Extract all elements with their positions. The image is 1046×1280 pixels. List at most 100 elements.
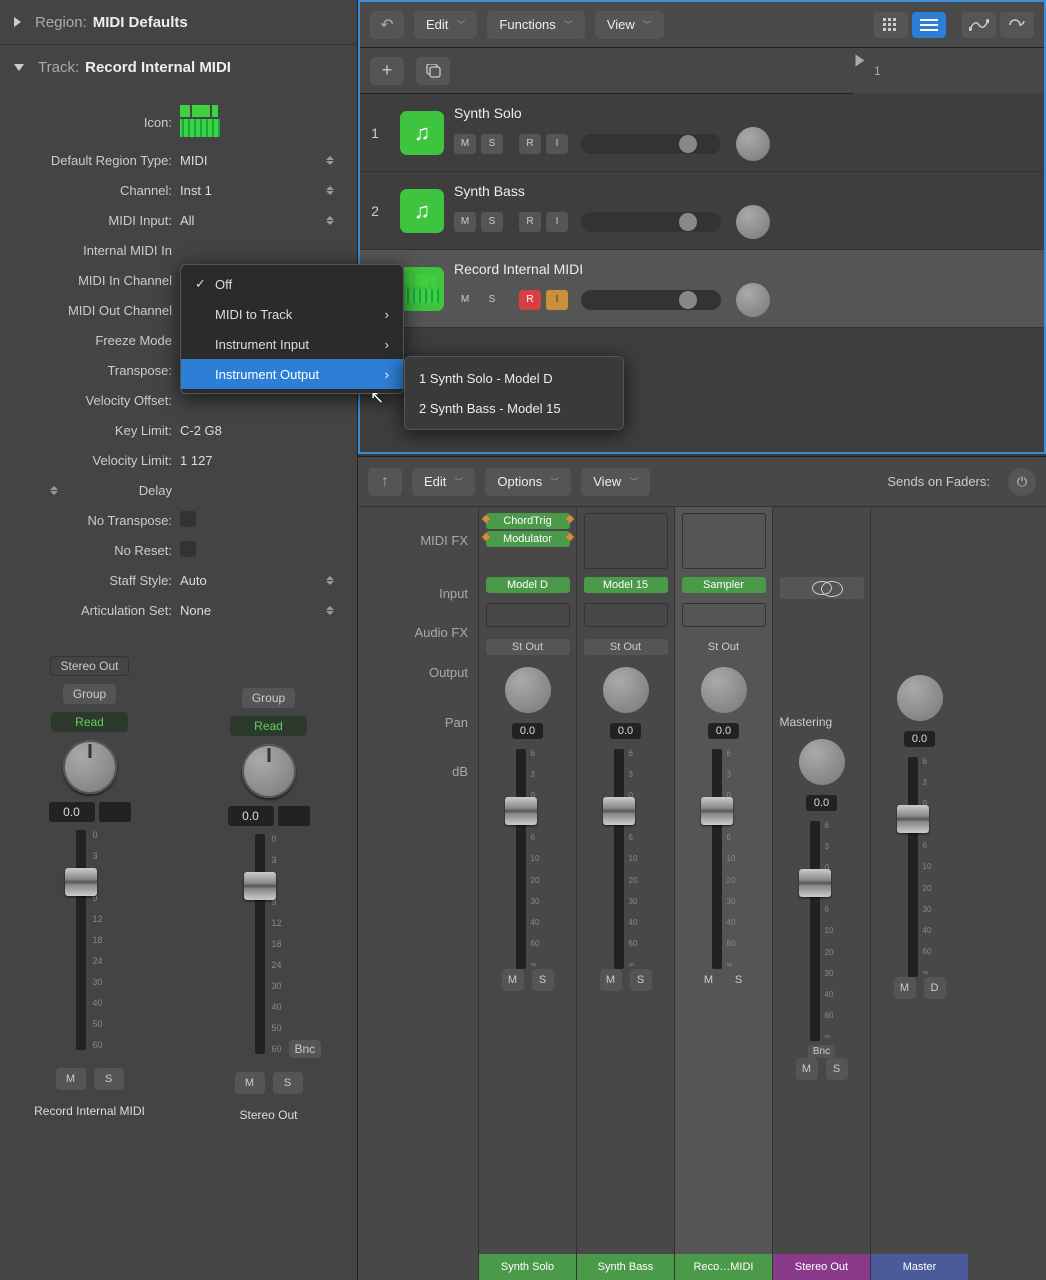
mixer-view-menu[interactable]: View﹀ [581,468,650,496]
track-header[interactable]: Track: Record Internal MIDI [0,45,357,89]
mute-button[interactable]: M [235,1072,265,1094]
pan-knob[interactable] [63,740,117,794]
mixer-channel[interactable]: Model 15 St Out 0.0 630361020304060∞ MS … [576,507,674,1280]
pan-knob[interactable] [736,283,770,317]
volume-fader[interactable] [908,757,918,977]
menu-item[interactable]: Instrument Input› [181,329,403,359]
pan-knob[interactable] [505,667,551,713]
bounce-button[interactable]: Bnc [808,1045,835,1058]
mute-button[interactable]: M [600,969,622,991]
midi-fx-plugin[interactable]: ChordTrig [486,513,570,529]
track-row[interactable]: Record Internal MIDI M S R I [360,250,1044,328]
add-track-button[interactable]: + [370,57,404,85]
menu-item[interactable]: Instrument Output› [181,359,403,389]
track-row[interactable]: 2 ♫ Synth Bass M S R I [360,172,1044,250]
channel-value[interactable]: Inst 1 [180,183,320,198]
volume-fader[interactable] [810,821,820,1041]
volume-slider[interactable] [581,134,721,154]
submenu-item[interactable]: 1 Synth Solo - Model D [405,363,623,393]
list-view-button[interactable] [912,12,946,38]
automation-read-button[interactable]: Read [230,716,307,736]
duplicate-track-button[interactable] [416,57,450,85]
stepper-icon[interactable] [326,606,334,615]
solo-button[interactable]: S [481,134,503,154]
input-monitor-button[interactable]: I [546,134,568,154]
mixer-channel[interactable]: 0.0 630361020304060∞ MD Master [870,507,968,1280]
output-slot[interactable]: St Out [584,639,668,655]
volume-fader[interactable] [614,749,624,969]
volume-slider[interactable] [581,290,721,310]
key-limit-value[interactable]: C-2 G8 [180,423,320,438]
instrument-plugin[interactable]: Sampler [682,577,766,593]
record-enable-button[interactable]: R [519,212,541,232]
menu-item[interactable]: ✓Off [181,269,403,299]
menu-item[interactable]: MIDI to Track› [181,299,403,329]
db-value[interactable]: 0.0 [512,723,543,739]
stepper-icon[interactable] [326,216,334,225]
stepper-icon[interactable] [50,486,58,495]
volume-fader[interactable] [76,830,86,1050]
output-slot[interactable]: Stereo Out [50,656,128,676]
db-value[interactable]: 0.0 [806,795,837,811]
solo-button[interactable]: S [728,969,750,991]
audio-fx-slot[interactable] [486,603,570,627]
mute-button[interactable]: M [454,134,476,154]
volume-fader[interactable] [255,834,265,1054]
output-slot[interactable]: St Out [486,639,570,655]
mute-button[interactable]: M [56,1068,86,1090]
input-monitor-button[interactable]: I [546,212,568,232]
mixer-channel[interactable]: Sampler St Out 0.0 630361020304060∞ MS R… [674,507,772,1280]
input-slot[interactable] [780,577,864,599]
volume-slider[interactable] [581,212,721,232]
output-slot[interactable]: St Out [682,639,766,655]
solo-button[interactable]: S [630,969,652,991]
track-icon[interactable] [400,267,444,311]
view-menu[interactable]: View﹀ [595,11,664,39]
record-enable-button[interactable]: R [519,134,541,154]
sends-on-faders-toggle[interactable]: ⏻ [1008,468,1036,496]
instrument-plugin[interactable]: Model D [486,577,570,593]
volume-fader[interactable] [712,749,722,969]
pan-knob[interactable] [603,667,649,713]
mixer-channel[interactable]: ChordTrigModulator Model D St Out 0.0 63… [478,507,576,1280]
edit-menu[interactable]: Edit﹀ [414,11,477,39]
pan-knob[interactable] [701,667,747,713]
volume-fader[interactable] [516,749,526,969]
functions-menu[interactable]: Functions﹀ [487,11,584,39]
midi-fx-plugin[interactable]: Modulator [486,531,570,547]
mixer-options-menu[interactable]: Options﹀ [485,468,571,496]
audio-fx-slot[interactable] [682,603,766,627]
pan-knob[interactable] [736,205,770,239]
automation-curve-button[interactable] [962,12,996,38]
mute-button[interactable]: M [796,1058,818,1080]
solo-button[interactable]: S [94,1068,124,1090]
track-row[interactable]: 1 ♫ Synth Solo M S R I [360,94,1044,172]
dim-button[interactable]: D [924,977,946,999]
mixer-edit-menu[interactable]: Edit﹀ [412,468,475,496]
solo-button[interactable]: S [826,1058,848,1080]
group-slot[interactable]: Group [63,684,116,704]
mixer-channel[interactable]: Mastering 0.0 630361020304060∞ Bnc MS St… [772,507,870,1280]
articulation-set-value[interactable]: None [180,603,320,618]
track-icon[interactable]: ♫ [400,111,444,155]
midi-input-value[interactable]: All [180,213,320,228]
midi-fx-slot[interactable] [682,513,766,569]
mute-button[interactable]: M [502,969,524,991]
pan-knob[interactable] [736,127,770,161]
up-level-button[interactable]: ↑ [368,468,402,496]
back-button[interactable]: ↶ [370,11,404,39]
instrument-output-submenu[interactable]: 1 Synth Solo - Model D2 Synth Bass - Mod… [404,356,624,430]
no-transpose-checkbox[interactable] [180,511,196,527]
region-header[interactable]: Region: MIDI Defaults [0,0,357,44]
track-icon[interactable] [180,105,220,139]
solo-button[interactable]: S [481,290,503,310]
pan-knob[interactable] [799,739,845,785]
stepper-icon[interactable] [326,576,334,585]
solo-button[interactable]: S [273,1072,303,1094]
audio-fx-slot[interactable] [584,603,668,627]
velocity-limit-value[interactable]: 1 127 [180,453,320,468]
db-value[interactable]: 0.0 [49,802,95,822]
solo-button[interactable]: S [481,212,503,232]
stepper-icon[interactable] [326,186,334,195]
record-enable-button[interactable]: R [519,290,541,310]
